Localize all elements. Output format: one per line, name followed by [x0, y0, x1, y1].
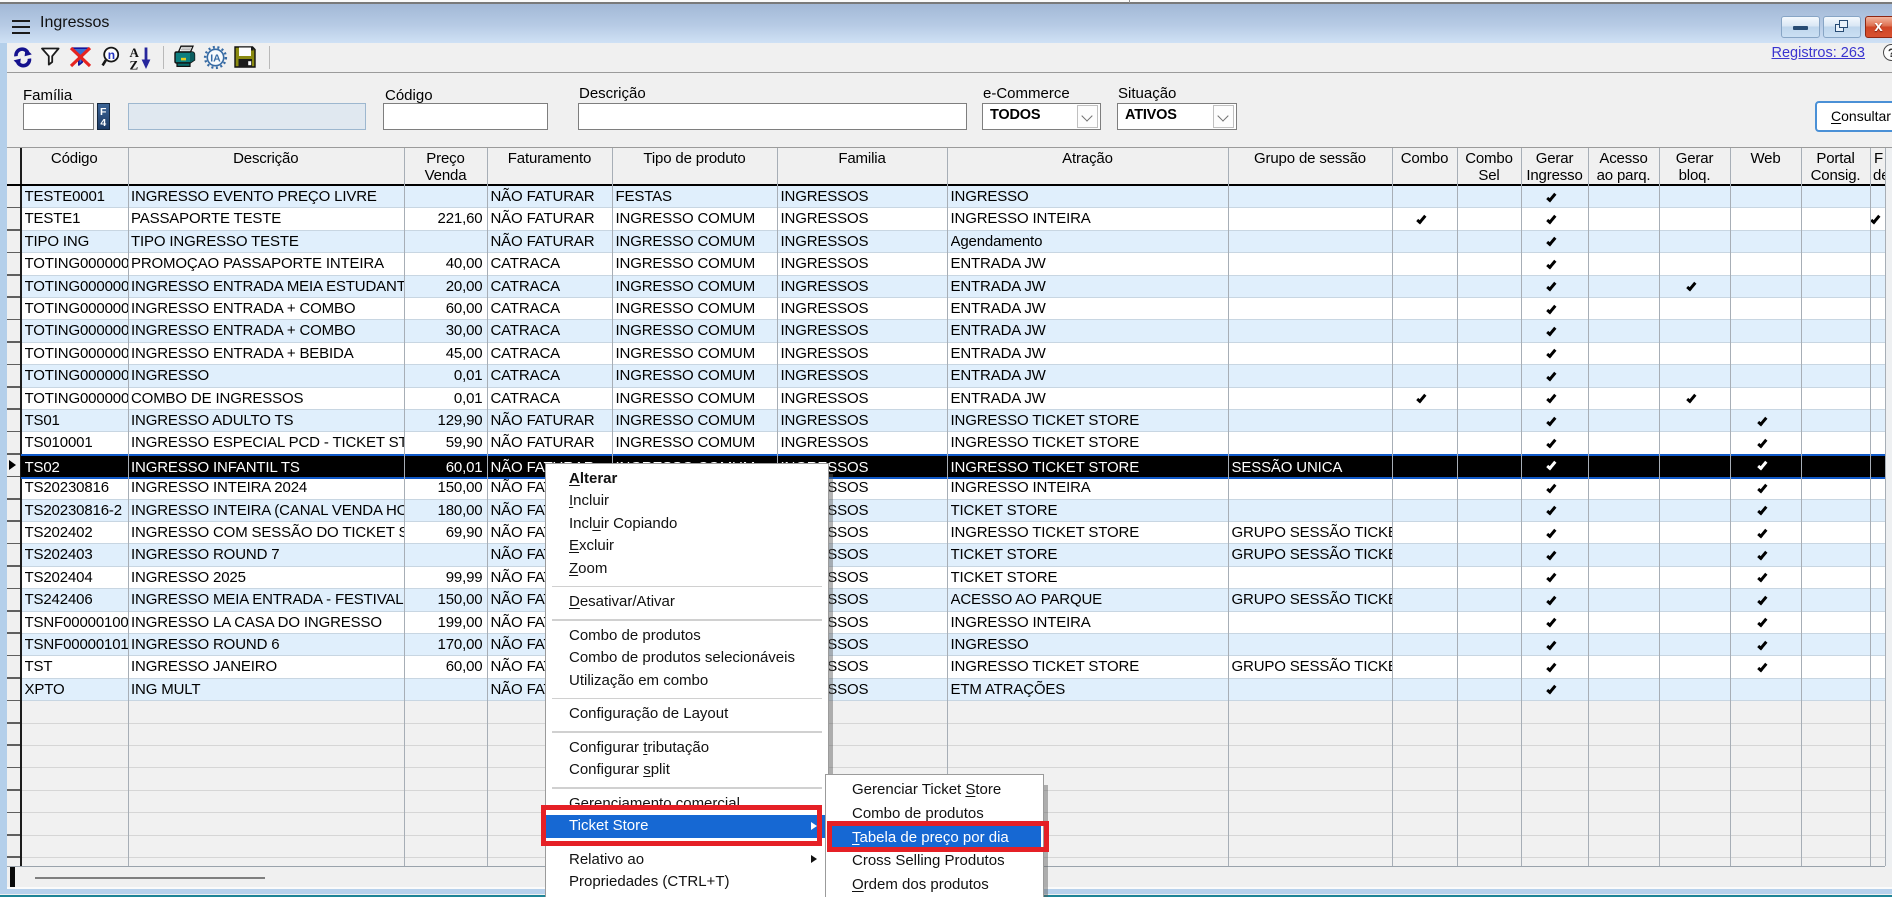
- svg-text:n: n: [108, 48, 115, 62]
- svg-text:Z: Z: [130, 57, 139, 70]
- svg-text:IA: IA: [210, 53, 221, 65]
